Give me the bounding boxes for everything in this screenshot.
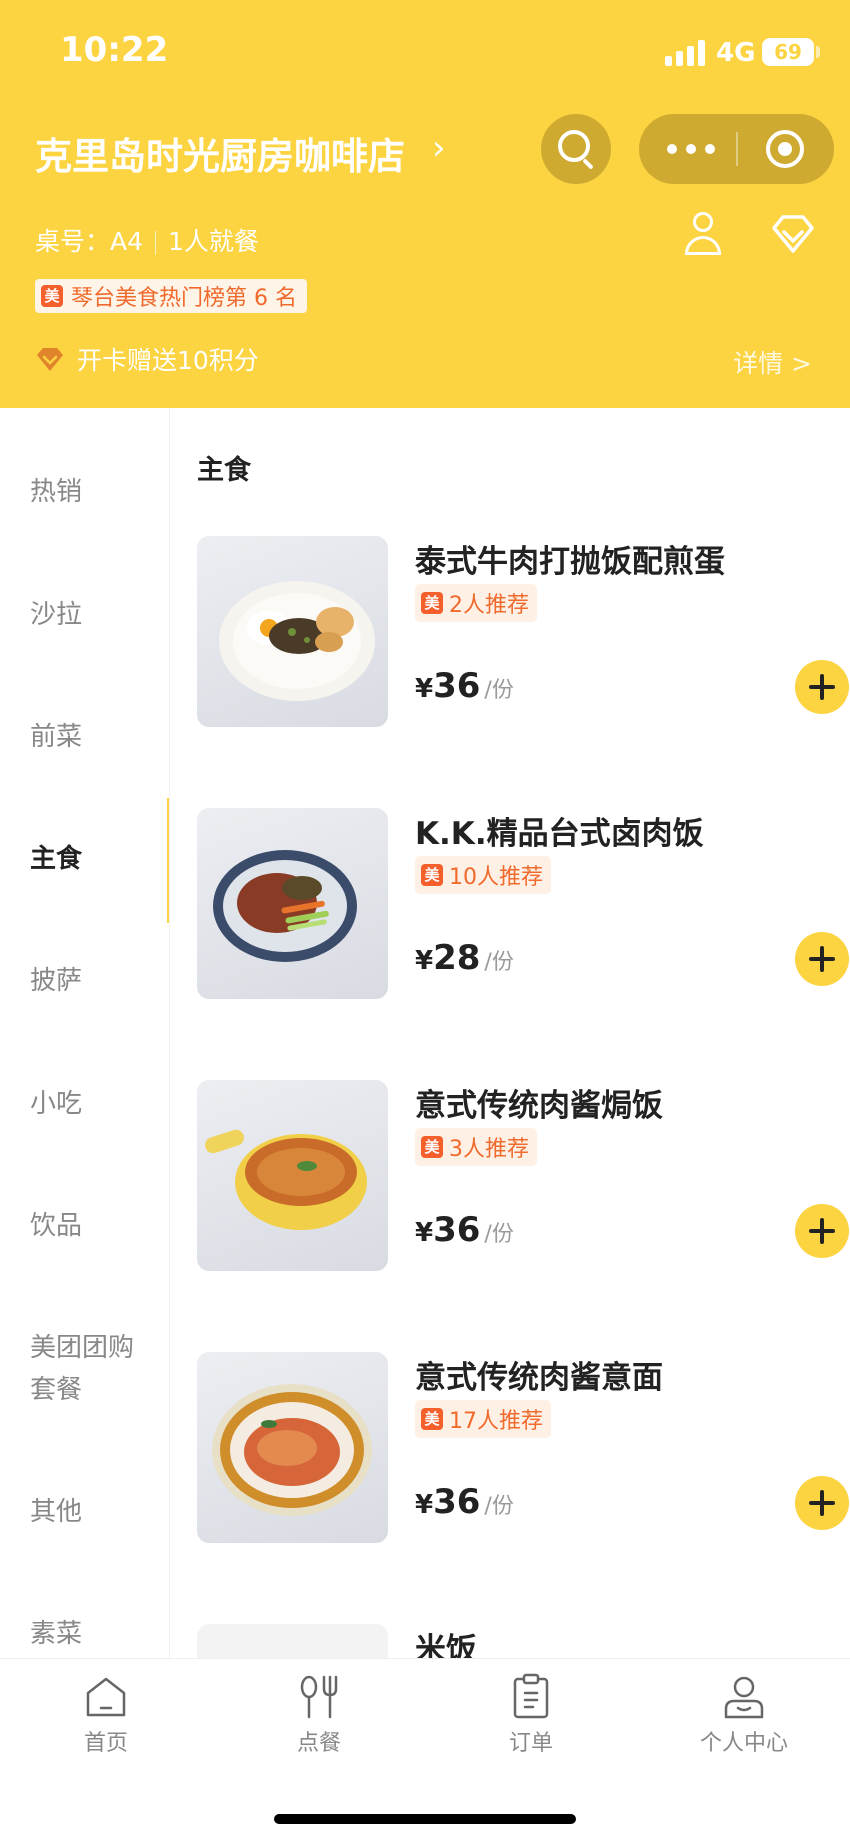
- recommend-badge: 美 10人推荐: [415, 856, 551, 894]
- ranking-text: 琴台美食热门榜第 6 名: [71, 286, 297, 311]
- recommend-count: 17人推荐: [449, 1409, 543, 1434]
- meituan-logo-icon: 美: [421, 864, 443, 886]
- utensils-icon: [300, 1675, 338, 1719]
- dish-card[interactable]: 意式传统肉酱意面 美 17人推荐 ¥36/份: [197, 1352, 849, 1544]
- miniprogram-capsule: [639, 114, 834, 184]
- menu-list: 主食 泰式牛肉打抛饭配煎蛋 美 2人推荐 ¥36/份 K.K.精品台式卤肉饭 美…: [170, 408, 850, 1658]
- dish-price: ¥28/份: [415, 938, 514, 978]
- recommend-badge: 美 2人推荐: [415, 584, 537, 622]
- sidebar-item-snacks[interactable]: 小吃: [0, 1083, 169, 1125]
- sidebar-item-staples[interactable]: 主食: [0, 838, 169, 880]
- recommend-count: 10人推荐: [449, 865, 543, 890]
- more-icon[interactable]: [667, 144, 715, 154]
- recommend-badge: 美 17人推荐: [415, 1400, 551, 1438]
- status-time: 10:22: [60, 30, 169, 70]
- details-link[interactable]: 详情 >: [733, 344, 812, 380]
- store-header: 10:22 4G 69 克里岛时光厨房咖啡店 › 桌号：A4 1人就餐 美 琴台…: [0, 0, 850, 408]
- sidebar-item-drinks[interactable]: 饮品: [0, 1205, 169, 1247]
- dish-name: 泰式牛肉打抛饭配煎蛋: [415, 544, 725, 580]
- add-to-cart-button[interactable]: [795, 932, 849, 986]
- price-amount: 36: [433, 1482, 481, 1522]
- recommend-count: 2人推荐: [449, 593, 529, 618]
- dish-card[interactable]: 泰式牛肉打抛饭配煎蛋 美 2人推荐 ¥36/份: [197, 536, 849, 728]
- sidebar-item-hot[interactable]: 热销: [0, 471, 169, 513]
- recommend-badge: 美 3人推荐: [415, 1128, 537, 1166]
- category-sidebar: 热销 沙拉 前菜 主食 披萨 小吃 饮品 美团团购 套餐 其他 素菜: [0, 408, 170, 1658]
- network-type: 4G: [716, 38, 756, 68]
- sidebar-item-starters[interactable]: 前菜: [0, 716, 169, 758]
- dish-price: ¥36/份: [415, 1482, 514, 1522]
- dish-image[interactable]: [197, 536, 388, 727]
- price-amount: 36: [433, 1210, 481, 1250]
- close-miniprogram-icon[interactable]: [766, 130, 804, 168]
- battery-level: 69: [774, 40, 802, 64]
- section-title: 主食: [197, 455, 251, 486]
- search-icon: [558, 130, 590, 162]
- dish-name: 意式传统肉酱意面: [415, 1360, 663, 1396]
- add-to-cart-button[interactable]: [795, 1476, 849, 1530]
- search-button[interactable]: [541, 114, 611, 184]
- dish-image[interactable]: [197, 1624, 388, 1658]
- tab-home[interactable]: 首页: [26, 1673, 186, 1756]
- tab-label: 首页: [83, 1731, 128, 1756]
- add-to-cart-button[interactable]: [795, 1204, 849, 1258]
- sidebar-item-vegetables[interactable]: 素菜: [0, 1613, 169, 1655]
- battery-tip: [816, 46, 820, 58]
- ranking-badge[interactable]: 美 琴台美食热门榜第 6 名: [35, 279, 307, 313]
- dish-name: 意式传统肉酱焗饭: [415, 1088, 663, 1124]
- dish-image[interactable]: [197, 1080, 388, 1271]
- tab-order-food[interactable]: 点餐: [239, 1673, 399, 1756]
- home-icon: [86, 1677, 126, 1717]
- person-icon: [724, 1676, 764, 1719]
- tab-label: 个人中心: [699, 1731, 788, 1756]
- meituan-logo-icon: 美: [41, 285, 63, 307]
- add-to-cart-button[interactable]: [795, 660, 849, 714]
- sidebar-item-other[interactable]: 其他: [0, 1491, 169, 1533]
- tab-profile[interactable]: 个人中心: [664, 1673, 824, 1756]
- points-promo[interactable]: 开卡赠送10积分: [35, 342, 259, 376]
- sidebar-item-pizza[interactable]: 披萨: [0, 960, 169, 1002]
- store-title[interactable]: 克里岛时光厨房咖啡店: [35, 126, 405, 180]
- tab-label: 点餐: [296, 1731, 341, 1756]
- price-amount: 36: [433, 666, 481, 706]
- user-icon[interactable]: [683, 212, 723, 256]
- dish-price: ¥36/份: [415, 1210, 514, 1250]
- dish-card[interactable]: K.K.精品台式卤肉饭 美 10人推荐 ¥28/份: [197, 808, 849, 1000]
- sidebar-item-salad[interactable]: 沙拉: [0, 594, 169, 636]
- clipboard-icon: [513, 1673, 549, 1719]
- points-text: 开卡赠送10积分: [77, 346, 259, 375]
- home-indicator[interactable]: [274, 1814, 576, 1824]
- dish-name: K.K.精品台式卤肉饭: [415, 816, 704, 852]
- dish-image[interactable]: [197, 808, 388, 999]
- recommend-count: 3人推荐: [449, 1137, 529, 1162]
- price-amount: 28: [433, 938, 481, 978]
- table-info: 桌号：A4 1人就餐: [35, 222, 259, 258]
- diner-count: 1人就餐: [168, 227, 259, 256]
- meituan-logo-icon: 美: [421, 1408, 443, 1430]
- meituan-logo-icon: 美: [421, 1136, 443, 1158]
- dish-card[interactable]: 米饭: [197, 1624, 837, 1658]
- tab-orders[interactable]: 订单: [451, 1673, 611, 1756]
- meituan-logo-icon: 美: [421, 592, 443, 614]
- battery-icon: 69: [762, 38, 814, 66]
- membership-gem-icon[interactable]: [770, 212, 816, 256]
- dish-card[interactable]: 意式传统肉酱焗饭 美 3人推荐 ¥36/份: [197, 1080, 849, 1272]
- chevron-right-icon[interactable]: ›: [432, 128, 446, 168]
- dish-price: ¥36/份: [415, 666, 514, 706]
- diamond-icon: [37, 348, 63, 371]
- table-number: 桌号：A4: [35, 227, 144, 256]
- dish-image[interactable]: [197, 1352, 388, 1543]
- dish-name: 米饭: [415, 1632, 477, 1658]
- signal-icon: [665, 40, 707, 66]
- sidebar-item-meituan-deals[interactable]: 美团团购 套餐: [0, 1327, 169, 1411]
- status-bar: 10:22 4G 69: [0, 0, 850, 100]
- tab-label: 订单: [508, 1731, 553, 1756]
